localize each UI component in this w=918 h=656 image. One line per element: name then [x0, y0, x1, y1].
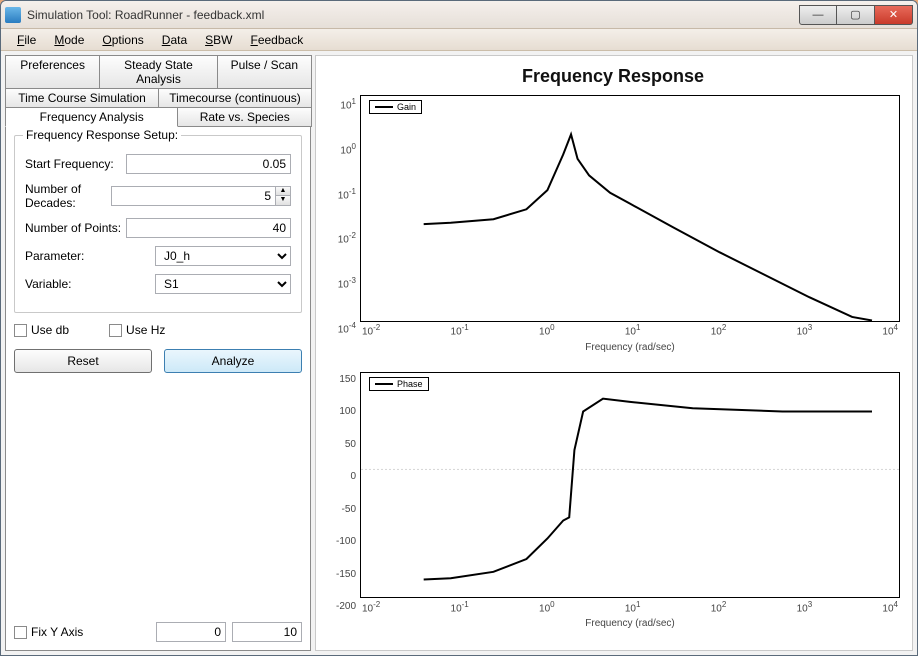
- fix-y-label: Fix Y Axis: [31, 625, 83, 639]
- start-freq-input[interactable]: [126, 154, 291, 174]
- app-icon: [5, 7, 21, 23]
- num-points-label: Number of Points:: [25, 221, 126, 235]
- tab-preferences[interactable]: Preferences: [5, 55, 100, 89]
- variable-select[interactable]: S1: [155, 274, 291, 294]
- tab-timecourse-cont[interactable]: Timecourse (continuous): [158, 88, 312, 108]
- start-freq-label: Start Frequency:: [25, 157, 126, 171]
- analyze-button[interactable]: Analyze: [164, 349, 302, 373]
- menu-feedback[interactable]: Feedback: [242, 31, 311, 49]
- num-points-input[interactable]: [126, 218, 291, 238]
- variable-label: Variable:: [25, 277, 155, 291]
- freq-setup-group: Frequency Response Setup: Start Frequenc…: [14, 135, 302, 313]
- titlebar[interactable]: Simulation Tool: RoadRunner - feedback.x…: [1, 1, 917, 29]
- checkbox-icon: [109, 324, 122, 337]
- menu-sbw[interactable]: SBW: [197, 31, 240, 49]
- fix-y-checkbox[interactable]: Fix Y Axis: [14, 625, 83, 639]
- gain-xlabel: Frequency (rad/sec): [360, 342, 900, 353]
- gain-yaxis: 10110010-110-210-310-4: [326, 95, 360, 338]
- close-button[interactable]: ✕: [875, 5, 913, 25]
- num-decades-spinner[interactable]: ▲▼: [276, 186, 291, 206]
- menu-data[interactable]: Data: [154, 31, 195, 49]
- minimize-button[interactable]: —: [799, 5, 837, 25]
- phase-xlabel: Frequency (rad/sec): [360, 618, 900, 629]
- tab-strip: Preferences Steady State Analysis Pulse …: [5, 55, 311, 126]
- checkbox-icon: [14, 626, 27, 639]
- num-decades-label: Number of Decades:: [25, 182, 111, 210]
- maximize-button[interactable]: ▢: [837, 5, 875, 25]
- freq-setup-title: Frequency Response Setup:: [23, 128, 181, 142]
- num-decades-input[interactable]: [111, 186, 276, 206]
- chart-panel: Frequency Response 10110010-110-210-310-…: [315, 55, 913, 651]
- phase-xaxis: 10-210-1100101102103104: [360, 600, 900, 614]
- chart-title: Frequency Response: [326, 66, 900, 87]
- tab-rate-vs-species[interactable]: Rate vs. Species: [177, 107, 312, 127]
- app-window: Simulation Tool: RoadRunner - feedback.x…: [0, 0, 918, 656]
- fix-y-min-input[interactable]: [156, 622, 226, 642]
- menubar: File Mode Options Data SBW Feedback: [1, 29, 917, 51]
- menu-mode[interactable]: Mode: [46, 31, 92, 49]
- use-db-checkbox[interactable]: Use db: [14, 323, 69, 337]
- left-panel: Preferences Steady State Analysis Pulse …: [5, 55, 311, 651]
- fix-y-max-input[interactable]: [232, 622, 302, 642]
- frequency-analysis-page: Frequency Response Setup: Start Frequenc…: [5, 126, 311, 651]
- tab-pulse-scan[interactable]: Pulse / Scan: [217, 55, 312, 89]
- use-hz-checkbox[interactable]: Use Hz: [109, 323, 165, 337]
- gain-xaxis: 10-210-1100101102103104: [360, 323, 900, 337]
- gain-plot: 10110010-110-210-310-4 Gain 10-210-11001…: [326, 95, 900, 338]
- use-db-label: Use db: [31, 323, 69, 337]
- phase-plot: 150100500-50-100-150-200 Phase 10-210-11…: [326, 372, 900, 615]
- tab-time-course[interactable]: Time Course Simulation: [5, 88, 159, 108]
- use-hz-label: Use Hz: [126, 323, 165, 337]
- checkbox-icon: [14, 324, 27, 337]
- menu-options[interactable]: Options: [94, 31, 151, 49]
- phase-yaxis: 150100500-50-100-150-200: [326, 372, 360, 615]
- parameter-select[interactable]: J0_h: [155, 246, 291, 266]
- tab-frequency-analysis[interactable]: Frequency Analysis: [5, 107, 178, 127]
- menu-file[interactable]: File: [9, 31, 44, 49]
- reset-button[interactable]: Reset: [14, 349, 152, 373]
- parameter-label: Parameter:: [25, 249, 155, 263]
- tab-steady-state[interactable]: Steady State Analysis: [99, 55, 217, 89]
- window-title: Simulation Tool: RoadRunner - feedback.x…: [27, 8, 264, 22]
